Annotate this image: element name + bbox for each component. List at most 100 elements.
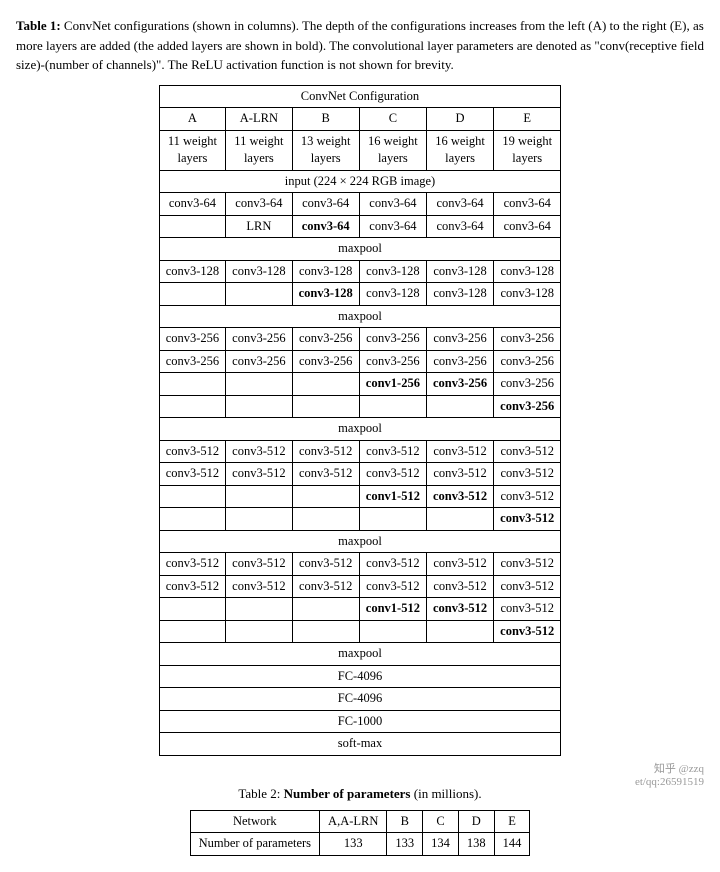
cell: [292, 373, 359, 396]
cell: conv3-256: [292, 350, 359, 373]
cell: conv3-256: [359, 328, 426, 351]
cell: conv3-512: [494, 463, 561, 486]
caption1-text: ConvNet configurations (shown in columns…: [16, 18, 704, 72]
cell: [226, 598, 292, 621]
cell: conv3-512: [159, 575, 225, 598]
watermark: 知乎 @zzqet/qq:26591519: [635, 760, 704, 788]
col-e-header: E: [494, 108, 561, 131]
cell: conv3-256: [494, 328, 561, 351]
cell: [292, 485, 359, 508]
cell: conv3-512: [426, 463, 493, 486]
cell: conv3-512: [426, 598, 493, 621]
cell: [226, 373, 292, 396]
cell: [292, 620, 359, 643]
cell: [226, 283, 292, 306]
cell: [292, 395, 359, 418]
cell: conv1-512: [359, 598, 426, 621]
params-aalrn: 133: [320, 833, 387, 856]
cell: [426, 620, 493, 643]
cell: conv3-256: [159, 328, 225, 351]
cell: conv3-256: [494, 395, 561, 418]
cell: [159, 283, 225, 306]
cell: conv3-512: [426, 440, 493, 463]
cell: conv3-64: [494, 215, 561, 238]
cell: conv3-64: [426, 193, 493, 216]
maxpool-row: maxpool: [159, 238, 561, 261]
fc-4096-2: FC-4096: [159, 688, 561, 711]
cell: conv3-64: [292, 193, 359, 216]
cell: conv3-128: [292, 283, 359, 306]
cell: conv3-128: [159, 260, 225, 283]
cell: conv3-512: [494, 598, 561, 621]
cell: [359, 508, 426, 531]
cell: [159, 215, 225, 238]
cell: conv3-512: [494, 485, 561, 508]
cell: [159, 620, 225, 643]
cell: conv3-512: [359, 463, 426, 486]
cell: conv3-128: [494, 283, 561, 306]
cell: conv3-512: [292, 575, 359, 598]
sublabel-b: 13 weightlayers: [292, 130, 359, 170]
sublabel-a: 11 weightlayers: [159, 130, 225, 170]
cell: conv3-256: [494, 350, 561, 373]
cell: conv3-512: [494, 575, 561, 598]
col-c-header: C: [359, 108, 426, 131]
cell: [159, 508, 225, 531]
params-label: Number of parameters: [190, 833, 319, 856]
config-header: ConvNet Configuration: [159, 85, 561, 108]
maxpool-row: maxpool: [159, 530, 561, 553]
cell: conv3-512: [494, 508, 561, 531]
cell: [226, 508, 292, 531]
sublabel-alrn: 11 weightlayers: [226, 130, 292, 170]
cell: conv3-128: [359, 283, 426, 306]
cell: [159, 598, 225, 621]
cell: conv3-256: [159, 350, 225, 373]
params-col-e: E: [494, 810, 530, 833]
sublabel-c: 16 weightlayers: [359, 130, 426, 170]
cell: [359, 395, 426, 418]
cell: conv3-256: [226, 328, 292, 351]
col-a-header: A: [159, 108, 225, 131]
cell: [159, 485, 225, 508]
cell: [226, 395, 292, 418]
cell: [292, 508, 359, 531]
cell: [226, 485, 292, 508]
table1-caption: Table 1: ConvNet configurations (shown i…: [16, 16, 704, 75]
cell: conv1-512: [359, 485, 426, 508]
cell: [226, 620, 292, 643]
cell: conv3-512: [426, 485, 493, 508]
params-col-c: C: [423, 810, 459, 833]
cell: conv3-64: [226, 193, 292, 216]
cell: conv3-128: [292, 260, 359, 283]
convnet-table: ConvNet Configuration A A-LRN B C D E 11…: [159, 85, 562, 756]
cell: conv3-512: [292, 553, 359, 576]
maxpool-row: maxpool: [159, 418, 561, 441]
fc-4096-1: FC-4096: [159, 665, 561, 688]
cell: [159, 373, 225, 396]
params-b: 133: [387, 833, 423, 856]
cell: conv3-512: [226, 463, 292, 486]
cell: [359, 620, 426, 643]
col-d-header: D: [426, 108, 493, 131]
col-b-header: B: [292, 108, 359, 131]
cell: conv3-128: [426, 260, 493, 283]
cell: LRN: [226, 215, 292, 238]
cell: conv3-512: [292, 440, 359, 463]
cell: conv3-512: [159, 440, 225, 463]
cell: conv3-64: [426, 215, 493, 238]
cell: conv3-128: [494, 260, 561, 283]
sublabel-d: 16 weightlayers: [426, 130, 493, 170]
params-table: Network A,A-LRN B C D E Number of parame…: [190, 810, 531, 856]
params-col-d: D: [458, 810, 494, 833]
cell: [292, 598, 359, 621]
sublabel-e: 19 weightlayers: [494, 130, 561, 170]
cell: conv3-512: [292, 463, 359, 486]
cell: conv3-256: [226, 350, 292, 373]
cell: [426, 508, 493, 531]
cell: conv3-512: [359, 553, 426, 576]
cell: conv3-512: [359, 440, 426, 463]
params-d: 138: [458, 833, 494, 856]
caption1-label: Table 1:: [16, 18, 61, 33]
params-c: 134: [423, 833, 459, 856]
cell: conv3-64: [359, 193, 426, 216]
